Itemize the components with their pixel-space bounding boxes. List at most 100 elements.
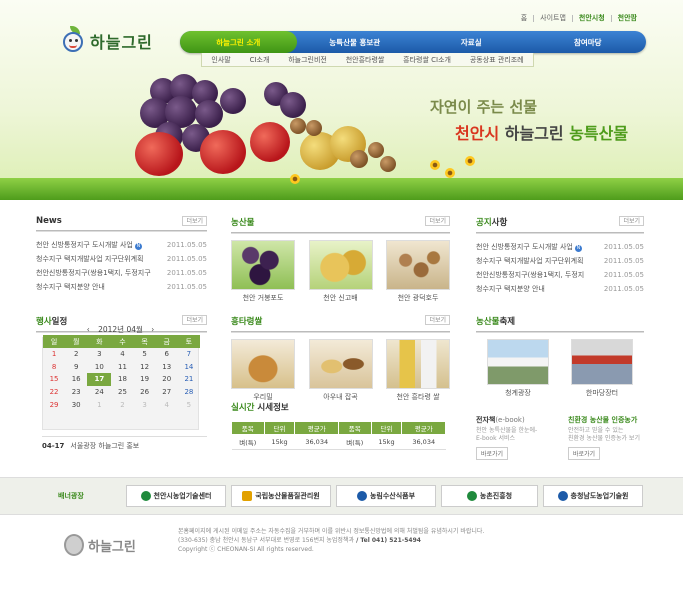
nav-intro[interactable]: 하늘그린 소개 xyxy=(180,31,297,53)
calendar-day[interactable]: 15 xyxy=(43,373,65,386)
rice-bag-image xyxy=(386,339,450,389)
ebook-title: 전자책(e-book) xyxy=(476,416,525,424)
subnav-rice[interactable]: 천안흥타령쌀 xyxy=(346,55,385,65)
product-card[interactable]: 천안 흥타령 쌀 xyxy=(386,339,450,402)
nav-archive[interactable]: 자료실 xyxy=(413,31,530,53)
calendar-day[interactable]: 4 xyxy=(111,348,133,361)
calendar-month: 2012년 04월 xyxy=(98,325,143,334)
festival-section: 농산물축제 청계광장 한마당장터 xyxy=(476,315,644,398)
calendar-day[interactable]: 20 xyxy=(156,373,178,386)
calendar-day[interactable]: 18 xyxy=(111,373,133,386)
header: 하늘그린 홈 사이트맵 천안시청 천안팜 하늘그린 소개 농특산물 홍보관 자료… xyxy=(0,0,683,200)
notice-list: 천안 신방통정지구 도시개발 사업 N 2011.05.05 청수지구 택지개발사업… xyxy=(476,240,644,296)
calendar-day-today[interactable]: 17 xyxy=(87,373,112,386)
product-card[interactable]: 아우내 잡곡 xyxy=(308,339,373,402)
agency-logo-icon xyxy=(557,491,568,501)
calendar-day[interactable]: 2 xyxy=(111,398,133,411)
list-item[interactable]: 청수지구 택지개발사업 지구단위계획 2011.05.05 xyxy=(36,252,207,266)
calendar-day[interactable]: 9 xyxy=(65,361,87,374)
util-farm[interactable]: 천안팜 xyxy=(618,13,637,23)
calendar-day[interactable]: 16 xyxy=(65,373,87,386)
util-cityhall[interactable]: 천안시청 xyxy=(579,13,605,23)
calendar-day[interactable]: 13 xyxy=(156,361,178,374)
products-title: 농산물 xyxy=(231,218,255,228)
table-row: 벼(특) 15kg 36,034 벼(특) 15kg 36,034 xyxy=(231,434,446,450)
banner-link[interactable]: 농림수산식품부 xyxy=(336,485,436,507)
calendar-day[interactable]: 3 xyxy=(87,348,111,361)
calendar-day[interactable]: 30 xyxy=(65,398,87,411)
calendar-day[interactable]: 28 xyxy=(178,386,200,399)
list-item[interactable]: 청수지구 택지분양 안내 2011.05.05 xyxy=(36,280,207,294)
price-table: 품목 단위 평균가 품목 단위 평균가 벼(특) 15kg 36,034 벼(특) 15kg 36,… xyxy=(231,421,446,450)
list-item[interactable]: 천안 신방통정지구 도시개발 사업 N 2011.05.05 xyxy=(476,240,644,254)
calendar-day[interactable]: 2 xyxy=(65,348,87,361)
main-visual: 자연이 주는 선물 천안시 하늘그린 농특산물 xyxy=(0,70,683,200)
calendar-day[interactable]: 19 xyxy=(134,373,156,386)
calendar-day[interactable]: 6 xyxy=(156,348,178,361)
banner-link[interactable]: 천안시농업기술센터 xyxy=(126,485,226,507)
product-card[interactable]: 천안 광덕호두 xyxy=(386,240,450,303)
calendar-day[interactable]: 8 xyxy=(43,361,65,374)
banner-link[interactable]: 충청남도농업기술원 xyxy=(543,485,643,507)
ebook-section: 전자책(e-book) 천안 농특산물을 한눈에- E-book 서비스 바로가기 xyxy=(476,415,558,460)
list-item[interactable]: 천안신방통정지구(쌍용1택지, 두정지 2011.05.05 xyxy=(476,268,644,282)
subnav-vision[interactable]: 하늘그린비전 xyxy=(288,55,327,65)
calendar-day[interactable]: 5 xyxy=(134,348,156,361)
festival-card[interactable]: 청계광장 xyxy=(487,339,549,398)
list-item[interactable]: 청수지구 택지개발사업 지구단위계획 2011.05.05 xyxy=(476,254,644,268)
walnut-image xyxy=(386,240,450,290)
product-card[interactable]: 천안 신고배 xyxy=(308,240,373,303)
news-section: News 더보기 천안 신방통정지구 도시개발 사업 N 2011.05.05 청수… xyxy=(36,216,207,294)
product-card[interactable]: 천안 거봉포도 xyxy=(231,240,295,303)
subnav-ci[interactable]: CI소개 xyxy=(250,55,270,65)
rice-section: 흥타령쌀 더보기 우리밀 아우내 잡곡 천안 흥타령 쌀 xyxy=(231,315,450,402)
main-nav: 하늘그린 소개 농특산물 홍보관 자료실 참여마당 xyxy=(180,31,646,53)
list-item[interactable]: 천안 신방통정지구 도시개발 사업 N 2011.05.05 xyxy=(36,238,207,252)
calendar-day[interactable]: 14 xyxy=(178,361,200,374)
calendar-day[interactable]: 4 xyxy=(156,398,178,411)
event-calendar: ‹ 2012년 04월 › 일월화수목금토 1234567 8 9 10 11 12 13… xyxy=(42,325,200,430)
products-more-button[interactable]: 더보기 xyxy=(425,216,450,226)
subnav-ordinance[interactable]: 공동상표 관리조례 xyxy=(470,55,524,65)
calendar-day[interactable]: 12 xyxy=(134,361,156,374)
calendar-day[interactable]: 29 xyxy=(43,398,65,411)
rice-more-button[interactable]: 더보기 xyxy=(425,315,450,325)
subnav-rice-ci[interactable]: 흥타령쌀 CI소개 xyxy=(403,55,451,65)
prev-month-button[interactable]: ‹ xyxy=(87,325,90,334)
next-month-button[interactable]: › xyxy=(151,325,154,334)
calendar-day[interactable]: 7 xyxy=(178,348,200,361)
calendar-day[interactable]: 27 xyxy=(156,386,178,399)
event-item[interactable]: 04-17 서울광장 하늘그린 홍보 xyxy=(42,436,207,451)
product-card[interactable]: 우리밀 xyxy=(231,339,295,402)
ebook-go-button[interactable]: 바로가기 xyxy=(476,447,509,460)
util-home[interactable]: 홈 xyxy=(521,13,527,23)
site-logo[interactable]: 하늘그린 xyxy=(60,26,153,56)
util-sitemap[interactable]: 사이트맵 xyxy=(540,13,566,23)
banner-link[interactable]: 농촌진흥청 xyxy=(441,485,538,507)
calendar-day[interactable]: 24 xyxy=(87,386,111,399)
calendar-day[interactable]: 22 xyxy=(43,386,65,399)
calendar-day[interactable]: 11 xyxy=(111,361,133,374)
calendar-day[interactable]: 25 xyxy=(111,386,133,399)
calendar-day[interactable]: 5 xyxy=(178,398,200,411)
calendar-day[interactable]: 23 xyxy=(65,386,87,399)
list-item[interactable]: 청수지구 택지분양 안내 2011.05.05 xyxy=(476,282,644,296)
list-item[interactable]: 천안신방통정지구(쌍용1택지, 두정지구 2011.05.05 xyxy=(36,266,207,280)
calendar-day[interactable]: 1 xyxy=(87,398,111,411)
festival-card[interactable]: 한마당장터 xyxy=(571,339,633,398)
banner-link[interactable]: 국립농산물품질관리원 xyxy=(231,485,331,507)
nav-participation[interactable]: 참여마당 xyxy=(530,31,647,53)
news-more-button[interactable]: 더보기 xyxy=(182,216,207,226)
notice-more-button[interactable]: 더보기 xyxy=(619,216,644,226)
calendar-day[interactable]: 3 xyxy=(134,398,156,411)
price-section: 실시간 시세정보 품목 단위 평균가 품목 단위 평균가 벼(특) 15kg 36,034 벼(… xyxy=(231,401,450,450)
cert-go-button[interactable]: 바로가기 xyxy=(568,447,601,460)
calendar-day[interactable]: 1 xyxy=(43,348,65,361)
calendar-day[interactable]: 26 xyxy=(134,386,156,399)
agency-logo-icon xyxy=(140,491,151,501)
pear-image xyxy=(308,240,373,290)
nav-products[interactable]: 농특산물 홍보관 xyxy=(297,31,414,53)
subnav-greeting[interactable]: 인사말 xyxy=(211,55,230,65)
calendar-day[interactable]: 10 xyxy=(87,361,111,374)
calendar-day[interactable]: 21 xyxy=(178,373,200,386)
